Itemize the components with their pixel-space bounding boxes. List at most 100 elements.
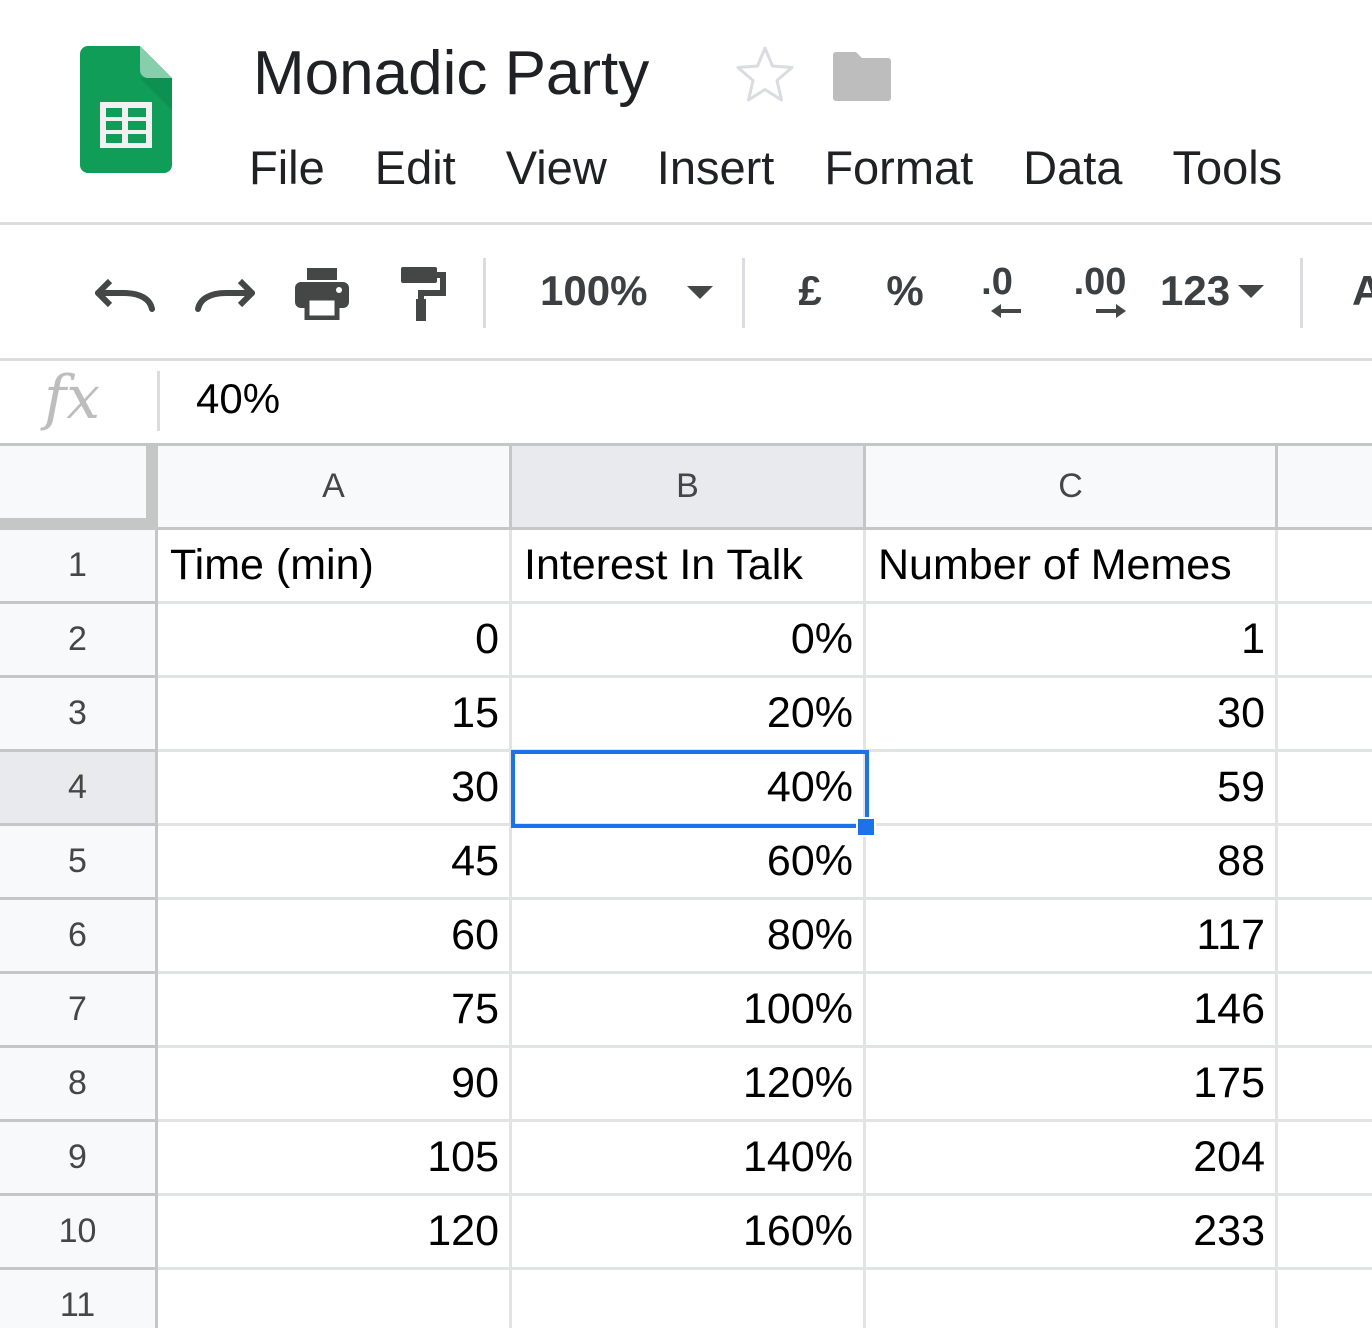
row-header-11[interactable]: 11 xyxy=(0,1270,158,1328)
cell-b8[interactable]: 120% xyxy=(512,1048,866,1122)
cell-next-column[interactable] xyxy=(1278,530,1372,604)
paint-format-icon xyxy=(401,267,446,321)
cell-b7[interactable]: 100% xyxy=(512,974,866,1048)
cell-b4[interactable]: 40% xyxy=(512,752,866,826)
cell-c6[interactable]: 117 xyxy=(866,900,1278,974)
row-header-1[interactable]: 1 xyxy=(0,530,158,604)
cell-b5[interactable]: 60% xyxy=(512,826,866,900)
document-title[interactable]: Monadic Party xyxy=(253,36,649,112)
formula-divider xyxy=(157,371,160,431)
decrease-decimal-button[interactable]: .0 xyxy=(962,256,1032,326)
redo-button[interactable] xyxy=(192,260,258,326)
percent-format-button[interactable]: % xyxy=(875,256,935,326)
cell-b1[interactable]: Interest In Talk xyxy=(512,530,866,604)
cell-c11[interactable] xyxy=(866,1270,1278,1328)
cell-b3[interactable]: 20% xyxy=(512,678,866,752)
cell-a4[interactable]: 30 xyxy=(158,752,512,826)
cell-c7[interactable]: 146 xyxy=(866,974,1278,1048)
print-icon xyxy=(295,268,349,320)
cell-a11[interactable] xyxy=(158,1270,512,1328)
more-formats-button[interactable]: 123 xyxy=(1160,256,1275,326)
cell-next-column[interactable] xyxy=(1278,678,1372,752)
row-header-4[interactable]: 4 xyxy=(0,752,158,826)
undo-button[interactable] xyxy=(92,260,158,326)
menu-format[interactable]: Format xyxy=(824,136,973,200)
cell-a3[interactable]: 15 xyxy=(158,678,512,752)
toolbar-divider xyxy=(742,258,745,328)
cell-a5[interactable]: 45 xyxy=(158,826,512,900)
cell-a9[interactable]: 105 xyxy=(158,1122,512,1196)
cell-a7[interactable]: 75 xyxy=(158,974,512,1048)
cell-c10[interactable]: 233 xyxy=(866,1196,1278,1270)
print-button[interactable] xyxy=(290,260,354,326)
cell-c9[interactable]: 204 xyxy=(866,1122,1278,1196)
row-header-8[interactable]: 8 xyxy=(0,1048,158,1122)
star-icon[interactable] xyxy=(735,44,795,104)
menu-edit[interactable]: Edit xyxy=(375,136,456,200)
cell-next-column[interactable] xyxy=(1278,1122,1372,1196)
cell-a2[interactable]: 0 xyxy=(158,604,512,678)
cell-b10[interactable]: 160% xyxy=(512,1196,866,1270)
cell-next-column[interactable] xyxy=(1278,974,1372,1048)
row-header-7[interactable]: 7 xyxy=(0,974,158,1048)
toolbar-divider xyxy=(1300,258,1303,328)
fill-handle[interactable] xyxy=(856,817,876,837)
currency-format-button[interactable]: £ xyxy=(780,256,840,326)
cell-next-column[interactable] xyxy=(1278,752,1372,826)
chevron-down-icon xyxy=(1238,285,1265,298)
row-header-5[interactable]: 5 xyxy=(0,826,158,900)
fx-icon: fx xyxy=(44,363,101,433)
font-label-partial: A xyxy=(1352,267,1372,314)
row-header-9[interactable]: 9 xyxy=(0,1122,158,1196)
sheets-logo-icon[interactable] xyxy=(80,46,172,173)
cell-a6[interactable]: 60 xyxy=(158,900,512,974)
cell-c8[interactable]: 175 xyxy=(866,1048,1278,1122)
cell-b9[interactable]: 140% xyxy=(512,1122,866,1196)
cell-b2[interactable]: 0% xyxy=(512,604,866,678)
arrow-right-icon xyxy=(1096,304,1126,318)
row-header-10[interactable]: 10 xyxy=(0,1196,158,1270)
cell-c5[interactable]: 88 xyxy=(866,826,1278,900)
cell-next-column[interactable] xyxy=(1278,604,1372,678)
titlebar-divider xyxy=(0,222,1372,225)
more-formats-label: 123 xyxy=(1160,267,1231,314)
column-header-c[interactable]: C xyxy=(866,446,1278,530)
title-bar: Monadic Party File Edit View Insert Form… xyxy=(0,0,1372,222)
cell-b6[interactable]: 80% xyxy=(512,900,866,974)
column-header-b[interactable]: B xyxy=(512,446,866,530)
paint-format-button[interactable] xyxy=(392,260,452,326)
cell-next-column[interactable] xyxy=(1278,1048,1372,1122)
cell-next-column[interactable] xyxy=(1278,900,1372,974)
row-header-3[interactable]: 3 xyxy=(0,678,158,752)
menu-insert[interactable]: Insert xyxy=(657,136,775,200)
cell-c1[interactable]: Number of Memes xyxy=(866,530,1278,604)
menu-file[interactable]: File xyxy=(249,136,325,200)
cell-c4[interactable]: 59 xyxy=(866,752,1278,826)
cell-b11[interactable] xyxy=(512,1270,866,1328)
menu-tools[interactable]: Tools xyxy=(1172,136,1282,200)
cell-next-column[interactable] xyxy=(1278,1270,1372,1328)
zoom-select[interactable]: 100% xyxy=(520,256,720,326)
cell-next-column[interactable] xyxy=(1278,826,1372,900)
cell-a1[interactable]: Time (min) xyxy=(158,530,512,604)
cell-a8[interactable]: 90 xyxy=(158,1048,512,1122)
increase-decimal-button[interactable]: .00 xyxy=(1060,256,1140,326)
formula-input[interactable]: 40% xyxy=(196,369,280,429)
row-header-6[interactable]: 6 xyxy=(0,900,158,974)
row-header-2[interactable]: 2 xyxy=(0,604,158,678)
font-button-partial[interactable]: A xyxy=(1352,256,1372,326)
cell-next-column[interactable] xyxy=(1278,1196,1372,1270)
cell-c3[interactable]: 30 xyxy=(866,678,1278,752)
menu-view[interactable]: View xyxy=(506,136,607,200)
column-header-a[interactable]: A xyxy=(158,446,512,530)
spreadsheet-grid: A B C 1 Time (min) Interest In Talk Number of … xyxy=(0,443,1372,1328)
zoom-value: 100% xyxy=(540,267,648,314)
percent-symbol: % xyxy=(886,267,924,314)
folder-icon[interactable] xyxy=(832,48,892,102)
menu-data[interactable]: Data xyxy=(1023,136,1122,200)
cell-c2[interactable]: 1 xyxy=(866,604,1278,678)
increase-decimal-label: .00 xyxy=(1073,261,1127,303)
column-header-next[interactable] xyxy=(1278,446,1372,530)
cell-a10[interactable]: 120 xyxy=(158,1196,512,1270)
select-all-corner[interactable] xyxy=(0,446,158,530)
